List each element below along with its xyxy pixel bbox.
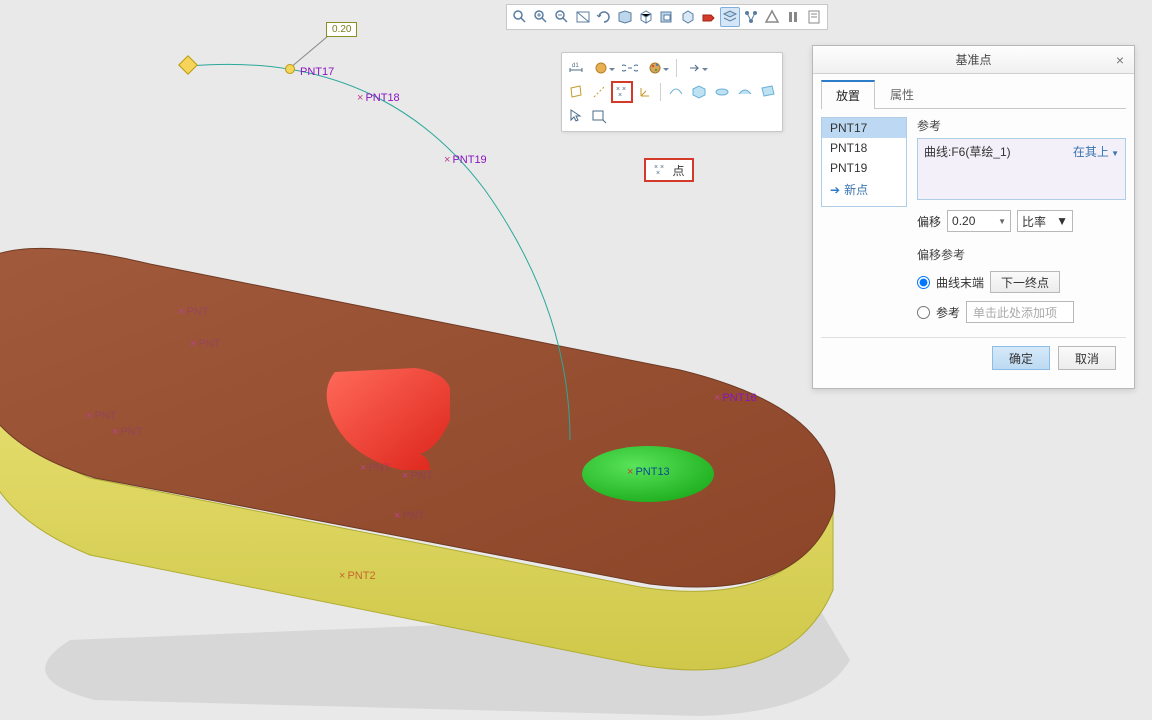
offset-mode-select[interactable]: 比率▼: [1017, 210, 1073, 232]
select-icon[interactable]: [565, 105, 587, 127]
tree-icon[interactable]: [741, 7, 761, 27]
datum-point-icon[interactable]: × ××: [611, 81, 633, 103]
label-pnt13: ×PNT13: [627, 466, 670, 478]
reference-label: 参考: [917, 117, 1126, 134]
svg-text:d1: d1: [572, 63, 579, 69]
point-handle-pnt17[interactable]: [285, 64, 295, 74]
radio-curve-end-label: 曲线末端: [936, 274, 984, 291]
reference-add-input[interactable]: 单击此处添加项: [966, 301, 1074, 323]
display-style-icon[interactable]: [678, 7, 698, 27]
list-item-new[interactable]: ➔新点: [822, 178, 906, 201]
muted-label-6: ×PNT: [402, 470, 432, 482]
standard-view-icon[interactable]: [636, 7, 656, 27]
appearance-icon[interactable]: [588, 57, 618, 79]
reference-collector[interactable]: 曲线:F6(草绘_1) 在其上: [917, 138, 1126, 200]
datum-axis-icon[interactable]: [588, 81, 610, 103]
label-pnt16: ×PNT16: [714, 392, 757, 404]
dimension-value[interactable]: 0.20: [326, 22, 357, 37]
svg-text:×: ×: [656, 170, 660, 177]
zoom-fit-icon[interactable]: [510, 7, 530, 27]
offset-ref-header: 偏移参考: [917, 246, 1126, 263]
zoom-window-icon[interactable]: [573, 7, 593, 27]
datum-plane-icon[interactable]: [565, 81, 587, 103]
chain-icon[interactable]: [619, 57, 641, 79]
label-pnt17: PNT17: [300, 66, 334, 78]
zoom-out-icon[interactable]: [552, 7, 572, 27]
offset-label: 偏移: [917, 213, 941, 230]
radio-reference-label: 参考: [936, 304, 960, 321]
tooltip-point: × ×× 点: [644, 158, 694, 182]
svg-text:×: ×: [618, 92, 622, 99]
label-pnt2: ×PNT2: [339, 570, 376, 582]
muted-label-4: ×PNT: [112, 426, 142, 438]
info-icon[interactable]: [804, 7, 824, 27]
list-item[interactable]: PNT17: [822, 118, 906, 138]
trim-icon[interactable]: [757, 81, 779, 103]
cancel-button[interactable]: 取消: [1058, 346, 1116, 370]
layers-icon[interactable]: [720, 7, 740, 27]
merge-icon[interactable]: [711, 81, 733, 103]
datum-csys-icon[interactable]: [634, 81, 656, 103]
muted-label-2: ×PNT: [190, 338, 220, 350]
label-pnt18: ×PNT18: [357, 92, 400, 104]
toolbar-separator: [676, 59, 677, 77]
tab-properties[interactable]: 属性: [875, 80, 929, 109]
muted-label-5: ×PNT: [360, 462, 390, 474]
pan-icon[interactable]: [615, 7, 635, 27]
radio-curve-end[interactable]: [917, 276, 930, 289]
datum-point-dialog: 基准点 × 放置 属性 PNT17 PNT18 PNT19 ➔新点 参考 曲线:…: [812, 45, 1135, 389]
offset-value-input[interactable]: 0.20▼: [947, 210, 1011, 232]
mini-toolbar: d1 × ××: [561, 52, 783, 132]
list-item[interactable]: PNT18: [822, 138, 906, 158]
list-item[interactable]: PNT19: [822, 158, 906, 178]
zoom-in-icon[interactable]: [531, 7, 551, 27]
triangle-icon[interactable]: [762, 7, 782, 27]
dialog-tabs: 放置 属性: [821, 80, 1126, 109]
radio-reference[interactable]: [917, 306, 930, 319]
toolbar-separator: [660, 83, 661, 101]
muted-label-1: ×PNT: [178, 306, 208, 318]
reference-constraint-dropdown[interactable]: 在其上: [1073, 143, 1119, 160]
arrow-flyout-icon[interactable]: [681, 57, 711, 79]
paint-icon[interactable]: [642, 57, 672, 79]
pause-icon[interactable]: [783, 7, 803, 27]
query-select-icon[interactable]: [588, 105, 610, 127]
quilt-icon[interactable]: [688, 81, 710, 103]
muted-label-7: ×PNT: [394, 510, 424, 522]
rotate-icon[interactable]: [594, 7, 614, 27]
tab-placement[interactable]: 放置: [821, 80, 875, 109]
point-list[interactable]: PNT17 PNT18 PNT19 ➔新点: [821, 117, 907, 207]
view-toolbar: [506, 4, 828, 30]
tooltip-label: 点: [672, 162, 684, 179]
ok-button[interactable]: 确定: [992, 346, 1050, 370]
point-icon: × ××: [653, 162, 669, 178]
dialog-title: 基准点 ×: [813, 46, 1134, 74]
extend-icon[interactable]: [734, 81, 756, 103]
close-icon[interactable]: ×: [1110, 50, 1130, 70]
next-end-button[interactable]: 下一终点: [990, 271, 1060, 293]
annotation-icon[interactable]: [699, 7, 719, 27]
label-pnt19: ×PNT19: [444, 154, 487, 166]
sketch-icon[interactable]: [665, 81, 687, 103]
reference-text: 曲线:F6(草绘_1): [924, 143, 1011, 160]
muted-label-3: ×PNT: [86, 410, 116, 422]
saved-view-icon[interactable]: [657, 7, 677, 27]
dimension-icon[interactable]: d1: [565, 57, 587, 79]
